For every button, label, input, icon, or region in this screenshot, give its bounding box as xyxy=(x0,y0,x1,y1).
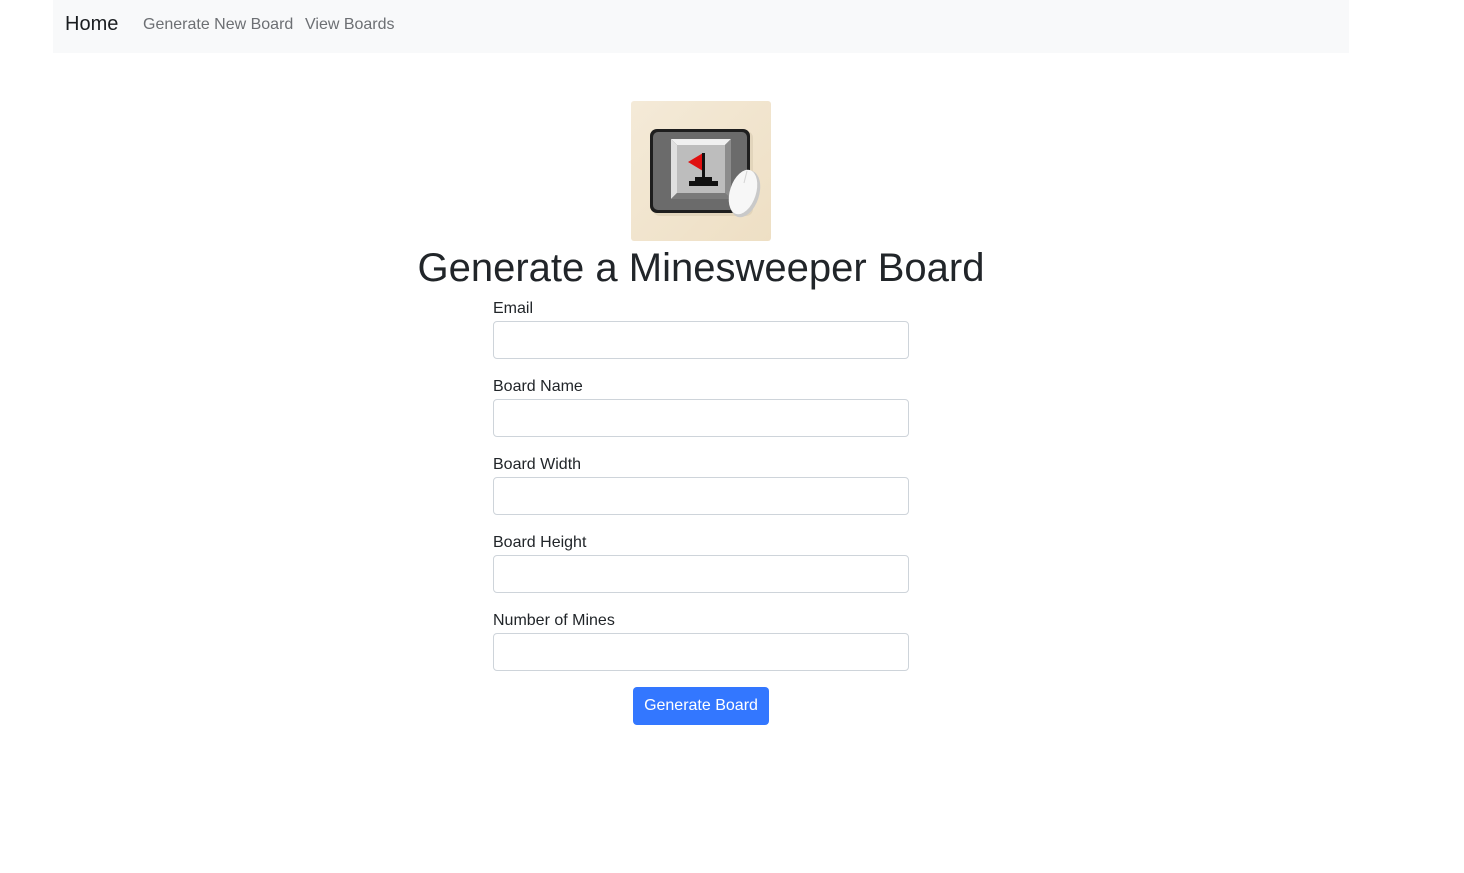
minesweeper-logo-image xyxy=(631,101,771,241)
email-input[interactable] xyxy=(493,321,909,359)
number-of-mines-input[interactable] xyxy=(493,633,909,671)
number-of-mines-field-group: Number of Mines xyxy=(493,611,909,671)
top-navbar: Home Generate New Board View Boards xyxy=(53,0,1349,53)
board-name-input[interactable] xyxy=(493,399,909,437)
nav-generate-new-board-link[interactable]: Generate New Board xyxy=(143,16,293,34)
minesweeper-flag-mousepad-icon xyxy=(631,101,771,241)
board-height-input[interactable] xyxy=(493,555,909,593)
email-field-group: Email xyxy=(493,299,909,359)
board-width-input[interactable] xyxy=(493,477,909,515)
board-name-field-group: Board Name xyxy=(493,377,909,437)
board-height-label: Board Height xyxy=(493,534,587,551)
board-width-field-group: Board Width xyxy=(493,455,909,515)
number-of-mines-label: Number of Mines xyxy=(493,612,615,629)
nav-home-link[interactable]: Home xyxy=(65,13,118,36)
board-height-field-group: Board Height xyxy=(493,533,909,593)
board-name-label: Board Name xyxy=(493,378,583,395)
nav-view-boards-link[interactable]: View Boards xyxy=(305,16,395,34)
generate-board-button[interactable]: Generate Board xyxy=(633,687,769,725)
board-width-label: Board Width xyxy=(493,456,582,473)
page-title: Generate a Minesweeper Board xyxy=(417,246,985,290)
email-label: Email xyxy=(493,300,534,317)
